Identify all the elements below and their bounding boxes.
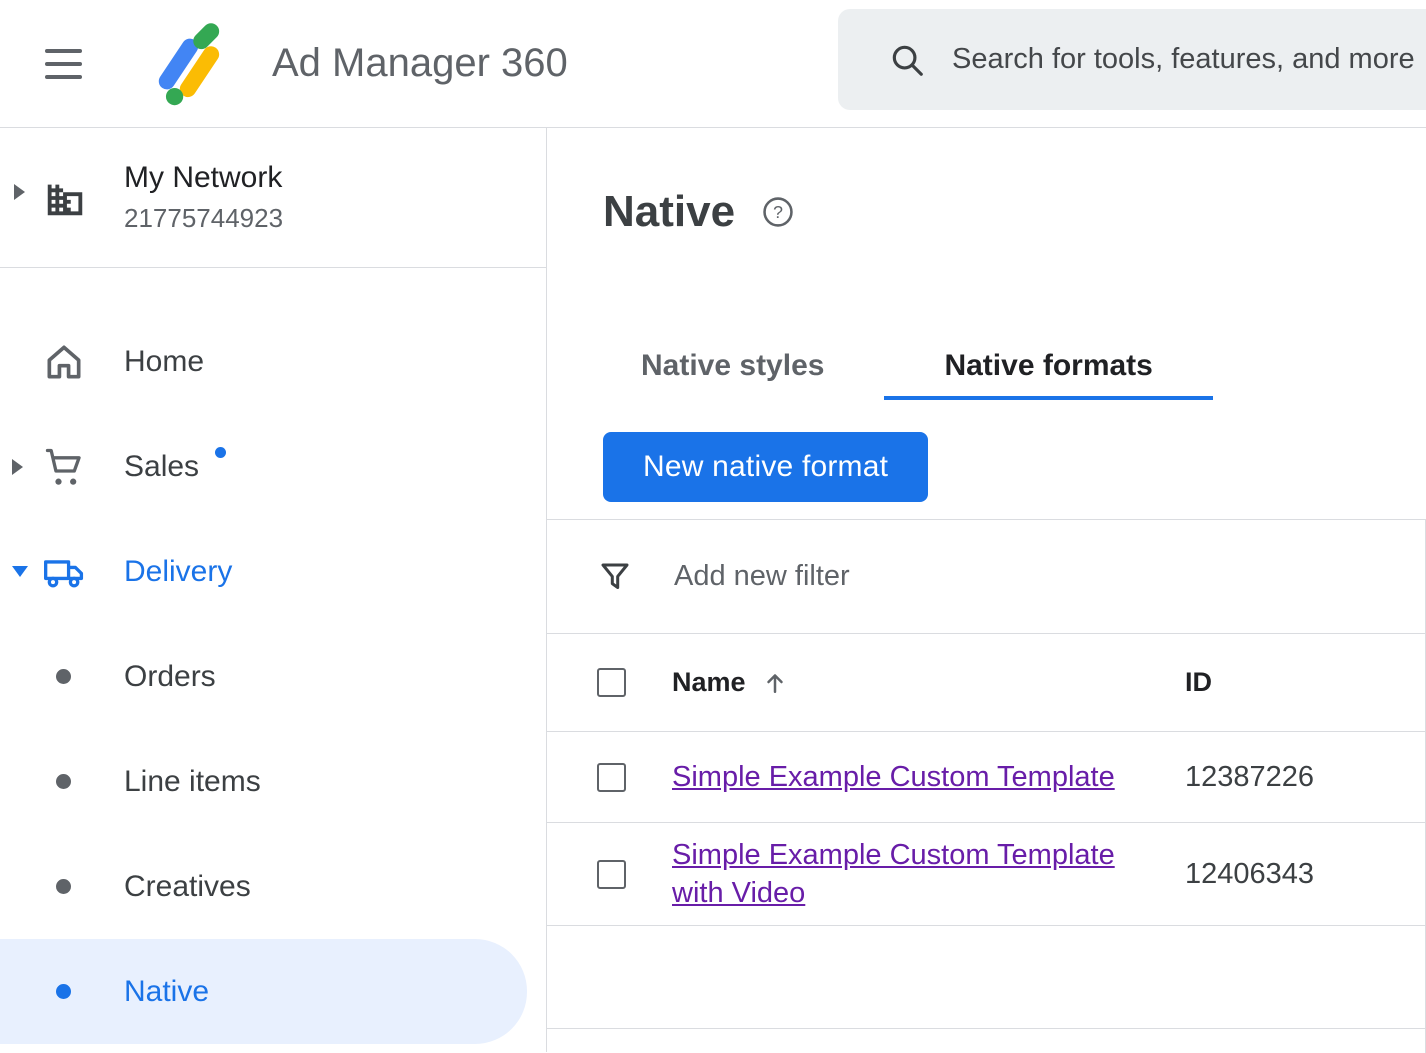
svg-text:?: ? xyxy=(773,202,783,222)
tab-native-styles[interactable]: Native styles xyxy=(581,336,884,400)
row-checkbox[interactable] xyxy=(597,860,626,889)
table-empty-row xyxy=(547,926,1425,1029)
add-filter-label[interactable]: Add new filter xyxy=(674,560,850,593)
search-bar[interactable] xyxy=(838,9,1426,110)
top-bar: Ad Manager 360 xyxy=(0,0,1426,128)
sidebar-item-creatives[interactable]: Creatives xyxy=(0,834,546,939)
page-title: Native xyxy=(603,186,735,238)
column-header-id[interactable]: ID xyxy=(1185,667,1212,697)
sidebar-item-orders[interactable]: Orders xyxy=(0,624,546,729)
main-content: Native ? Native styles Native formats Ne… xyxy=(547,128,1426,1052)
menu-icon[interactable] xyxy=(45,49,82,79)
network-selector[interactable]: My Network 21775744923 xyxy=(0,128,546,268)
format-link[interactable]: Simple Example Custom Template xyxy=(672,758,1115,796)
table-header-row: Name ID xyxy=(547,634,1425,732)
expand-right-icon[interactable] xyxy=(12,459,23,475)
tab-bar: Native styles Native formats xyxy=(581,336,1426,400)
sidebar-item-label: Orders xyxy=(124,660,216,694)
collapse-down-icon[interactable] xyxy=(12,566,28,577)
sidebar-item-label: Line items xyxy=(124,765,261,799)
table-row: Simple Example Custom Template with Vide… xyxy=(547,823,1425,926)
bullet-icon xyxy=(56,984,71,999)
sidebar-item-label: Sales xyxy=(124,450,199,484)
sidebar-item-delivery[interactable]: Delivery xyxy=(0,519,546,624)
cart-icon xyxy=(42,445,86,489)
home-icon xyxy=(42,340,86,384)
bullet-icon xyxy=(56,774,71,789)
format-link[interactable]: Simple Example Custom Template with Vide… xyxy=(672,836,1145,912)
sort-ascending-icon[interactable] xyxy=(760,668,790,698)
bullet-icon xyxy=(56,879,71,894)
select-all-checkbox[interactable] xyxy=(597,668,626,697)
new-native-format-button[interactable]: New native format xyxy=(603,432,928,502)
notification-dot xyxy=(215,447,226,458)
sidebar: My Network 21775744923 Home Sales xyxy=(0,128,547,1052)
sidebar-item-label: Creatives xyxy=(124,870,251,904)
expand-right-icon[interactable] xyxy=(14,184,25,200)
app-title: Ad Manager 360 xyxy=(272,41,568,86)
filter-bar[interactable]: Add new filter xyxy=(547,520,1425,634)
bullet-icon xyxy=(56,669,71,684)
sidebar-item-native[interactable]: Native xyxy=(0,939,527,1044)
sidebar-nav: Home Sales Del xyxy=(0,268,546,1044)
sidebar-item-label: Native xyxy=(124,975,209,1009)
help-icon[interactable]: ? xyxy=(761,195,795,229)
format-id: 12406343 xyxy=(1185,858,1425,891)
truck-icon xyxy=(42,550,86,594)
building-icon xyxy=(42,175,88,221)
native-formats-table: Add new filter Name ID xyxy=(547,519,1426,1053)
search-icon xyxy=(888,41,926,79)
ad-manager-logo-icon xyxy=(142,18,234,110)
search-input[interactable] xyxy=(952,43,1426,76)
sidebar-item-line-items[interactable]: Line items xyxy=(0,729,546,834)
row-checkbox[interactable] xyxy=(597,763,626,792)
table-row: Simple Example Custom Template 12387226 xyxy=(547,732,1425,823)
sidebar-item-label: Home xyxy=(124,345,204,379)
filter-funnel-icon xyxy=(597,559,633,595)
sidebar-item-label: Delivery xyxy=(124,555,232,589)
table-bottom-spacer xyxy=(547,1029,1425,1053)
column-header-name[interactable]: Name xyxy=(672,667,746,698)
sidebar-item-sales[interactable]: Sales xyxy=(0,414,546,519)
tab-native-formats[interactable]: Native formats xyxy=(884,336,1212,400)
network-id: 21775744923 xyxy=(124,203,283,234)
sidebar-item-home[interactable]: Home xyxy=(0,309,546,414)
network-name: My Network xyxy=(124,161,283,195)
format-id: 12387226 xyxy=(1185,761,1425,794)
